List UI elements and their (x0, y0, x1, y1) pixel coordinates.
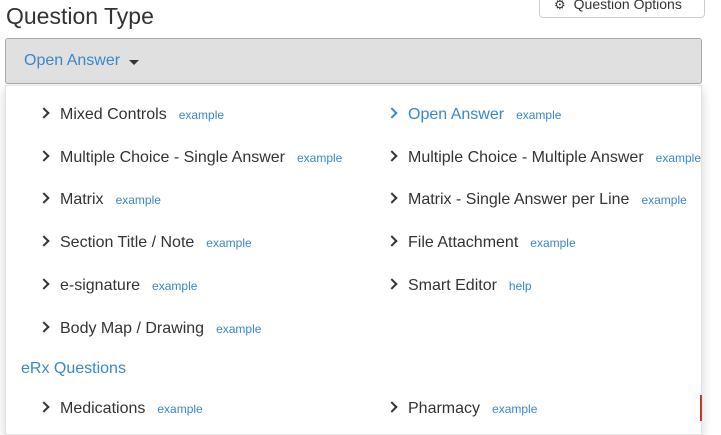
help-link[interactable]: help (509, 279, 532, 293)
menu-item-file-attachment[interactable]: File Attachment example (386, 234, 576, 252)
menu-item-label: Pharmacy (408, 400, 481, 417)
menu-item-label: Mixed Controls (60, 106, 167, 123)
chevron-right-icon (386, 107, 398, 119)
menu-item-open-answer[interactable]: Open Answer example (386, 106, 561, 124)
chevron-right-icon (38, 401, 50, 413)
menu-item-label: Matrix - Single Answer per Line (408, 191, 630, 208)
chevron-right-icon (386, 401, 398, 413)
menu-item-label: File Attachment (408, 234, 519, 251)
example-link[interactable]: example (492, 402, 537, 416)
menu-item-multiple-choice-single[interactable]: Multiple Choice - Single Answer example (38, 149, 342, 167)
example-link[interactable]: example (179, 108, 224, 122)
menu-item-e-signature[interactable]: e-signature example (38, 277, 197, 295)
question-type-select[interactable]: Open Answer (5, 38, 702, 84)
menu-item-label: Multiple Choice - Multiple Answer (408, 149, 644, 166)
chevron-right-icon (386, 278, 398, 290)
chevron-right-icon (386, 150, 398, 162)
menu-item-matrix-single-answer[interactable]: Matrix - Single Answer per Line example (386, 191, 687, 209)
chevron-right-icon (38, 321, 50, 333)
menu-item-pharmacy[interactable]: Pharmacy example (386, 400, 537, 418)
background-edge (700, 395, 702, 421)
menu-item-smart-editor[interactable]: Smart Editor help (386, 277, 532, 295)
example-link[interactable]: example (530, 236, 575, 250)
menu-item-label: Open Answer (408, 106, 505, 123)
caret-down-icon (129, 59, 140, 65)
chevron-right-icon (38, 235, 50, 247)
example-link[interactable]: example (297, 151, 342, 165)
menu-item-label: Section Title / Note (60, 234, 195, 251)
chevron-right-icon (38, 278, 50, 290)
chevron-right-icon (386, 235, 398, 247)
selected-type-label: Open Answer (24, 52, 121, 69)
chevron-right-icon (386, 192, 398, 204)
menu-item-label: Multiple Choice - Single Answer (60, 149, 285, 166)
example-link[interactable]: example (641, 193, 686, 207)
chevron-right-icon (38, 150, 50, 162)
menu-item-label: Body Map / Drawing (60, 320, 205, 337)
question-options-label: Question Options (573, 0, 682, 12)
menu-item-multiple-choice-multiple[interactable]: Multiple Choice - Multiple Answer exampl… (386, 149, 701, 167)
question-options-button[interactable]: ⚙ Question Options (539, 0, 705, 18)
example-link[interactable]: example (152, 279, 197, 293)
example-link[interactable]: example (157, 402, 202, 416)
menu-item-label: Medications (60, 400, 146, 417)
menu-item-label: e-signature (60, 277, 141, 294)
menu-item-body-map[interactable]: Body Map / Drawing example (38, 320, 261, 338)
chevron-right-icon (38, 107, 50, 119)
menu-item-label: Smart Editor (408, 277, 497, 294)
menu-item-label: Matrix (60, 191, 104, 208)
menu-item-section-title[interactable]: Section Title / Note example (38, 234, 252, 252)
chevron-right-icon (38, 192, 50, 204)
example-link[interactable]: example (656, 151, 701, 165)
question-type-menu: Mixed Controls example Open Answer examp… (5, 85, 702, 435)
menu-item-matrix[interactable]: Matrix example (38, 191, 161, 209)
example-link[interactable]: example (516, 108, 561, 122)
page-title: Question Type (6, 3, 154, 29)
example-link[interactable]: example (216, 322, 261, 336)
section-header-erx: eRx Questions (21, 360, 126, 377)
gear-icon: ⚙ (554, 0, 566, 12)
menu-item-medications[interactable]: Medications example (38, 400, 203, 418)
example-link[interactable]: example (206, 236, 251, 250)
menu-item-mixed-controls[interactable]: Mixed Controls example (38, 106, 224, 124)
example-link[interactable]: example (116, 193, 161, 207)
